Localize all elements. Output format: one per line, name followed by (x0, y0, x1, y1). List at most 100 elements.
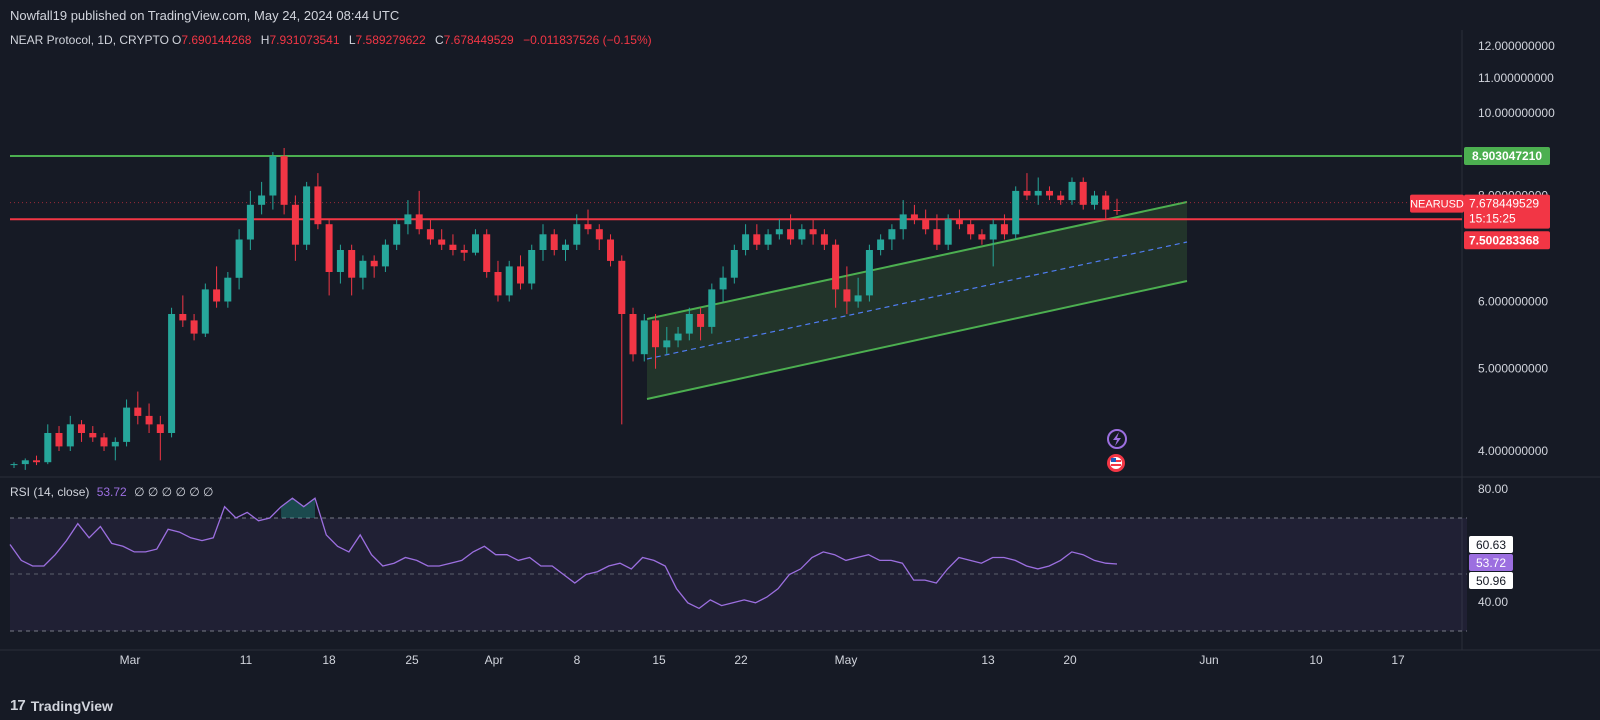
candle-body[interactable] (460, 250, 468, 253)
candle-body[interactable] (359, 260, 367, 278)
candle-body[interactable] (708, 289, 716, 327)
candle-body[interactable] (426, 229, 434, 240)
candle-body[interactable] (584, 224, 592, 230)
candle-body[interactable] (550, 234, 558, 250)
candle-body[interactable] (404, 214, 412, 225)
candle-body[interactable] (1057, 195, 1065, 201)
candle-body[interactable] (595, 229, 603, 240)
chart-area[interactable]: NEAR Protocol, 1D, CRYPTO O7.690144268 H… (0, 30, 1600, 690)
candle-body[interactable] (1079, 181, 1087, 205)
candle-body[interactable] (472, 234, 479, 253)
candle-body[interactable] (663, 340, 671, 348)
candle-body[interactable] (213, 289, 221, 302)
candle-body[interactable] (66, 424, 74, 447)
candle-body[interactable] (967, 224, 975, 235)
lightning-icon[interactable] (1107, 429, 1127, 449)
candle-body[interactable] (156, 424, 164, 433)
candle-body[interactable] (123, 407, 131, 442)
candle-body[interactable] (483, 234, 491, 272)
candle-body[interactable] (21, 460, 29, 465)
candle-body[interactable] (224, 277, 232, 302)
candle-body[interactable] (719, 277, 727, 290)
candle-body[interactable] (1046, 190, 1053, 196)
candle-body[interactable] (1034, 190, 1042, 196)
candle-body[interactable] (618, 260, 626, 314)
candle-body[interactable] (348, 250, 356, 278)
candle-body[interactable] (562, 244, 569, 250)
candle-body[interactable] (269, 156, 277, 196)
ascending-channel[interactable] (646, 201, 1188, 400)
candle-body[interactable] (809, 229, 817, 235)
candle-body[interactable] (393, 224, 401, 245)
candle-body[interactable] (78, 424, 85, 433)
candle-body[interactable] (1068, 181, 1076, 201)
candle-body[interactable] (730, 250, 738, 278)
candle-body[interactable] (55, 433, 63, 447)
candle-body[interactable] (798, 229, 806, 240)
candle-body[interactable] (573, 224, 581, 245)
candle-body[interactable] (111, 441, 119, 447)
candle-body[interactable] (179, 314, 187, 321)
candle-body[interactable] (1113, 210, 1121, 211)
candle-body[interactable] (820, 234, 828, 245)
candle-body[interactable] (134, 407, 142, 416)
candle-body[interactable] (933, 229, 941, 245)
candle-body[interactable] (787, 229, 795, 240)
candle-body[interactable] (989, 224, 997, 240)
candle-body[interactable] (246, 204, 254, 240)
candle-body[interactable] (640, 320, 648, 355)
candle-body[interactable] (922, 219, 930, 230)
candle-body[interactable] (1023, 190, 1031, 196)
candle-body[interactable] (652, 320, 659, 348)
candle-body[interactable] (303, 186, 311, 245)
candle-body[interactable] (877, 239, 885, 251)
candle-body[interactable] (888, 229, 896, 240)
candle-body[interactable] (685, 314, 693, 334)
candle-body[interactable] (955, 219, 963, 225)
candle-body[interactable] (494, 272, 502, 296)
rsi-pane[interactable]: RSI (14, close) 53.72 ∅ ∅ ∅ ∅ ∅ ∅ 80.00 … (9, 482, 1513, 632)
candle-body[interactable] (291, 204, 299, 245)
candle-body[interactable] (832, 244, 840, 290)
candle-body[interactable] (753, 234, 761, 245)
candle-body[interactable] (325, 224, 333, 272)
candle-body[interactable] (775, 229, 783, 235)
candle-body[interactable] (1091, 195, 1098, 205)
candle-body[interactable] (438, 239, 446, 245)
candle-body[interactable] (517, 266, 524, 284)
candle-body[interactable] (742, 234, 750, 250)
candle-body[interactable] (944, 219, 952, 245)
candle-body[interactable] (168, 314, 176, 433)
candle-body[interactable] (978, 234, 986, 240)
candle-body[interactable] (100, 437, 108, 447)
candle-body[interactable] (854, 295, 862, 302)
candle-body[interactable] (899, 214, 907, 230)
candle-body[interactable] (201, 289, 209, 334)
candle-body[interactable] (33, 460, 40, 463)
candle-body[interactable] (629, 314, 637, 355)
us-flag-icon[interactable] (1107, 454, 1125, 472)
candle-body[interactable] (449, 244, 457, 250)
candle-body[interactable] (415, 214, 423, 230)
candle-body[interactable] (539, 234, 547, 250)
candle-body[interactable] (280, 156, 288, 205)
candle-body[interactable] (336, 250, 344, 272)
candle-body[interactable] (314, 186, 322, 225)
candle-body[interactable] (370, 260, 378, 267)
candle-body[interactable] (910, 214, 918, 220)
candle-body[interactable] (10, 464, 18, 466)
candle-body[interactable] (865, 250, 873, 296)
candle-body[interactable] (528, 250, 536, 284)
candle-body[interactable] (1012, 190, 1020, 235)
candle-body[interactable] (89, 433, 97, 438)
candle-body[interactable] (674, 333, 682, 341)
time-axis[interactable]: Mar 11 18 25 Apr 8 15 22 May 13 20 Jun 1… (120, 653, 1405, 667)
candle-body[interactable] (44, 433, 52, 463)
candle-body[interactable] (1102, 195, 1110, 210)
candle-body[interactable] (505, 266, 513, 296)
candle-body[interactable] (145, 415, 153, 425)
candle-body[interactable] (381, 244, 389, 267)
candle-body[interactable] (235, 239, 243, 278)
candle-body[interactable] (843, 289, 851, 302)
candle-body[interactable] (190, 320, 198, 334)
